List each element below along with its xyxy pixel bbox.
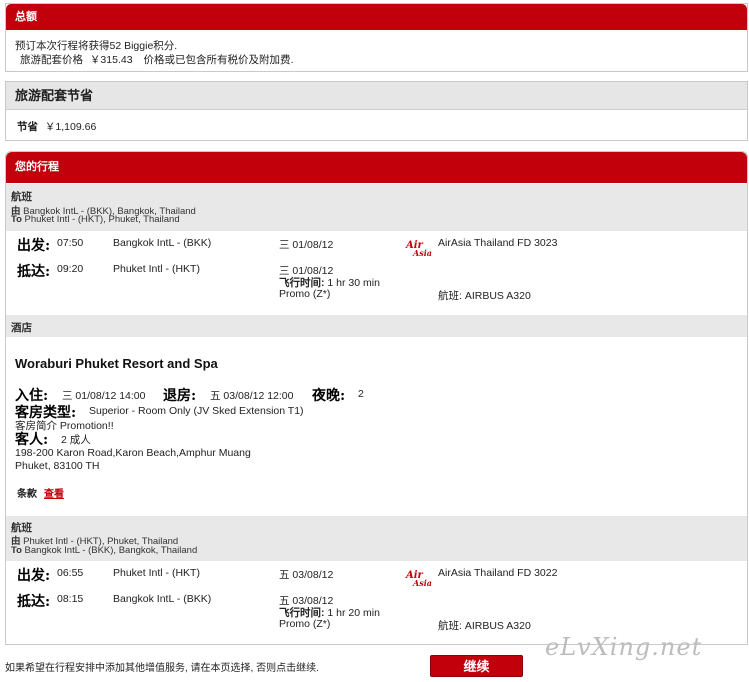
hotel-section-label: 酒店 xyxy=(11,322,32,334)
to-value: Phuket Intl - (HKT), Phuket, Thailand xyxy=(24,214,180,225)
to-label: To xyxy=(11,214,22,225)
price-line: 旅游配套价格 ￥315.43 价格或已包含所有税价及附加费. xyxy=(20,52,293,67)
summary-header: 总额 xyxy=(6,4,747,30)
depart-time: 06:55 xyxy=(57,567,84,579)
guests-value: 2 成人 xyxy=(61,434,91,446)
depart-date: 三 01/08/12 xyxy=(279,239,334,251)
airasia-logo-icon: Air Asia xyxy=(405,240,432,258)
to-label: To xyxy=(11,545,22,556)
continue-button[interactable]: 继续 xyxy=(430,655,523,677)
room-type-value: Superior - Room Only (JV Sked Extension … xyxy=(89,405,304,417)
return-route-header: 航班 由 Phuket Intl - (HKT), Phuket, Thaila… xyxy=(6,516,747,561)
savings-panel: 旅游配套节省 节省 ￥1,109.66 xyxy=(5,81,748,141)
itinerary-header: 您的行程 xyxy=(6,152,747,183)
terms-label: 条款 xyxy=(17,489,37,500)
hotel-name: Woraburi Phuket Resort and Spa xyxy=(15,356,218,371)
hotel-address-line1: 198-200 Karon Road,Karon Beach,Amphur Mu… xyxy=(15,447,251,459)
savings-header: 旅游配套节省 xyxy=(6,82,747,110)
outbound-flight: 出发: 07:50 Bangkok IntL - (BKK) 三 01/08/1… xyxy=(6,231,747,315)
depart-date: 五 03/08/12 xyxy=(279,569,334,581)
depart-time: 07:50 xyxy=(57,237,84,249)
hotel-section-header: 酒店 xyxy=(6,315,747,337)
outbound-section-label: 航班 xyxy=(11,191,32,203)
terms-view-link[interactable]: 查看 xyxy=(44,485,64,500)
checkout-label: 退房: xyxy=(163,388,197,404)
depart-airport: Bangkok IntL - (BKK) xyxy=(113,237,212,249)
nights-label: 夜晚: xyxy=(312,388,346,404)
arrive-label: 抵达: xyxy=(17,594,51,610)
depart-airport: Phuket Intl - (HKT) xyxy=(113,567,200,579)
arrive-airport: Phuket Intl - (HKT) xyxy=(113,263,200,275)
outbound-to: To Phuket Intl - (HKT), Phuket, Thailand xyxy=(11,214,180,225)
price-value: ￥315.43 xyxy=(89,54,133,66)
checkin-value: 三 01/08/12 14:00 xyxy=(62,390,146,402)
aircraft-type: 航班: AIRBUS A320 xyxy=(438,620,531,632)
depart-label: 出发: xyxy=(17,568,51,584)
footer-note: 如果希望在行程安排中添加其他增值服务, 请在本页选择, 否则点击继续. xyxy=(5,663,319,674)
fare-class: Promo (Z*) xyxy=(279,288,331,300)
savings-label: 节省 xyxy=(17,121,38,133)
arrive-time: 09:20 xyxy=(57,263,84,275)
nights-value: 2 xyxy=(358,388,364,400)
arrive-label: 抵达: xyxy=(17,264,51,280)
savings-value: ￥1,109.66 xyxy=(44,121,97,133)
flight-number: AirAsia Thailand FD 3022 xyxy=(438,567,558,579)
price-note: 价格或已包含所有税价及附加费. xyxy=(143,54,294,66)
hotel-address-line2: Phuket, 83100 TH xyxy=(15,460,100,472)
points-line: 预订本次行程将获得52 Biggie积分. xyxy=(15,40,178,52)
checkout-value: 五 03/08/12 12:00 xyxy=(210,390,294,402)
savings-line: 节省 ￥1,109.66 xyxy=(17,119,96,134)
airasia-logo-icon: Air Asia xyxy=(405,570,432,588)
duration-value: 1 hr 30 min xyxy=(327,277,380,289)
outbound-route-header: 航班 由 Bangkok IntL - (BKK), Bangkok, Thai… xyxy=(6,184,747,231)
svg-text:Asia: Asia xyxy=(412,248,432,258)
price-label: 旅游配套价格 xyxy=(20,54,83,66)
guests-label: 客人: xyxy=(15,432,49,448)
return-to: To Bangkok IntL - (BKK), Bangkok, Thaila… xyxy=(11,545,197,556)
svg-text:Asia: Asia xyxy=(412,578,432,588)
aircraft-type: 航班: AIRBUS A320 xyxy=(438,290,531,302)
flight-number: AirAsia Thailand FD 3023 xyxy=(438,237,558,249)
hotel-details: Woraburi Phuket Resort and Spa 入住: 三 01/… xyxy=(6,337,747,517)
summary-panel: 总额 预订本次行程将获得52 Biggie积分. 旅游配套价格 ￥315.43 … xyxy=(5,3,748,72)
arrive-time: 08:15 xyxy=(57,593,84,605)
fare-class: Promo (Z*) xyxy=(279,618,331,630)
arrive-airport: Bangkok IntL - (BKK) xyxy=(113,593,212,605)
to-value: Bangkok IntL - (BKK), Bangkok, Thailand xyxy=(24,545,198,556)
watermark: eLvXing.net xyxy=(545,633,703,661)
duration-value: 1 hr 20 min xyxy=(327,607,380,619)
itinerary-panel: 您的行程 航班 由 Bangkok IntL - (BKK), Bangkok,… xyxy=(5,151,748,645)
depart-label: 出发: xyxy=(17,238,51,254)
